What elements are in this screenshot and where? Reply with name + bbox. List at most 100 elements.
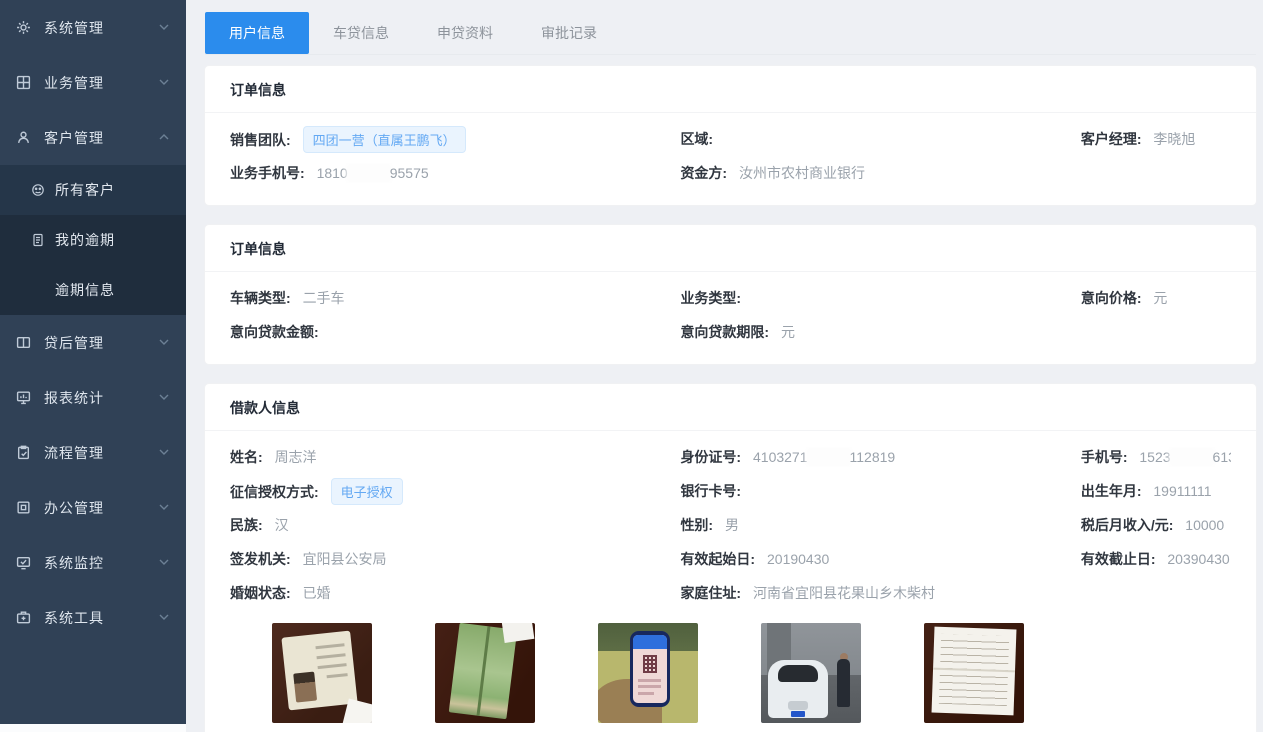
card-body: 车辆类型: 二手车 业务类型: 意向价格: 元 意向贷款金额:	[205, 272, 1256, 364]
field-intended-loan-term: 意向贷款期限: 元	[680, 322, 1080, 342]
field-value: 二手车	[303, 290, 345, 306]
field-credit-auth-method: 征信授权方式: 电子授权	[230, 478, 680, 505]
sidebar-item-system-tools[interactable]: 系统工具	[0, 590, 186, 645]
sidebar-item-label: 办公管理	[44, 498, 104, 518]
tab-approval-records[interactable]: 审批记录	[517, 12, 621, 54]
qr-code-graphic	[643, 655, 658, 673]
uploaded-photos: 身份证 驾驶证照片 征信授权	[230, 623, 1231, 732]
field-value: 已婚	[303, 585, 331, 601]
scrollbar-track	[0, 724, 186, 732]
photo-cell: 驾驶证照片	[435, 623, 535, 732]
field-value: 元	[1153, 290, 1167, 306]
tab-user-info[interactable]: 用户信息	[205, 12, 309, 54]
field-label: 银行卡号:	[680, 483, 741, 499]
field-value: 10000	[1185, 517, 1224, 533]
field-row: 业务手机号: 181095575 资金方: 汝州市农村商业银行	[230, 156, 1231, 190]
sidebar-subitem-overdue-info[interactable]: 逾期信息	[0, 265, 186, 315]
field-label: 民族:	[230, 517, 263, 533]
user-icon	[15, 130, 31, 146]
sidebar-item-system-monitor[interactable]: 系统监控	[0, 535, 186, 590]
card-title: 借款人信息	[205, 384, 1256, 431]
chevron-down-icon	[158, 555, 170, 571]
phone-graphic	[630, 631, 670, 707]
car-person-photo[interactable]	[761, 623, 861, 723]
field-label: 区域:	[680, 131, 713, 147]
photo-cell: 征信授权	[598, 623, 698, 732]
value-prefix: 1523	[1139, 449, 1170, 465]
field-label: 客户经理:	[1081, 131, 1142, 147]
field-intended-price: 意向价格: 元	[1081, 288, 1231, 308]
sidebar-item-label: 流程管理	[44, 443, 104, 463]
field-label: 身份证号:	[680, 449, 741, 465]
field-row: 销售团队: 四团一营（直属王鹏飞） 区域: 客户经理: 李晓旭	[230, 122, 1231, 156]
sidebar-item-business-mgmt[interactable]: 业务管理	[0, 55, 186, 110]
field-row: 民族: 汉 性别: 男 税后月收入/元: 10000	[230, 508, 1231, 542]
field-label: 有效起始日:	[680, 551, 755, 567]
monitor-icon	[15, 390, 31, 406]
handwritten-doc-photo[interactable]	[924, 623, 1024, 723]
sidebar: 系统管理 业务管理 客户管理 所有客户 我的逾期 逾期信息 贷后管理 报表统计	[0, 0, 186, 724]
value-suffix: 95575	[390, 165, 429, 181]
field-intended-loan-amount: 意向贷款金额:	[230, 322, 680, 342]
field-row: 姓名: 周志洋 身份证号: 4103271112819 手机号: 1523613…	[230, 440, 1231, 474]
sidebar-subitem-label: 我的逾期	[55, 230, 115, 250]
clients-icon	[31, 183, 45, 197]
field-value: 宜阳县公安局	[303, 551, 387, 567]
card-body: 姓名: 周志洋 身份证号: 4103271112819 手机号: 1523613…	[205, 431, 1256, 732]
tab-loan-application-docs[interactable]: 申贷资料	[413, 12, 517, 54]
field-valid-from: 有效起始日: 20190430	[680, 549, 1080, 569]
workflow-icon	[15, 445, 31, 461]
photo-cell: 其他材料	[924, 623, 1024, 732]
field-label: 签发机关:	[230, 551, 291, 567]
sidebar-subitem-my-overdue[interactable]: 我的逾期	[0, 215, 186, 265]
field-label: 意向贷款期限:	[680, 324, 769, 340]
book-icon	[15, 335, 31, 351]
field-label: 性别:	[680, 517, 713, 533]
card-title: 订单信息	[205, 66, 1256, 113]
photo-cell: 身份证	[272, 623, 372, 732]
field-value: 20390430	[1167, 551, 1229, 567]
field-bank-card-number: 银行卡号:	[680, 481, 1080, 501]
field-value: 19911111	[1153, 483, 1211, 499]
field-label: 家庭住址:	[680, 585, 741, 601]
field-home-address: 家庭住址: 河南省宜阳县花果山乡木柴村	[680, 583, 1080, 603]
field-row: 征信授权方式: 电子授权 银行卡号: 出生年月: 19911111	[230, 474, 1231, 508]
field-value: 河南省宜阳县花果山乡木柴村	[753, 585, 935, 601]
field-mobile-number: 手机号: 15236137	[1081, 447, 1231, 467]
sidebar-subitem-all-customers[interactable]: 所有客户	[0, 165, 186, 215]
tab-car-loan-info[interactable]: 车贷信息	[309, 12, 413, 54]
main-content: 用户信息 车贷信息 申贷资料 审批记录 订单信息 销售团队: 四团一营（直属王鹏…	[186, 0, 1263, 732]
value-suffix: 6137	[1213, 449, 1231, 465]
office-icon	[15, 500, 31, 516]
field-value: 李晓旭	[1153, 131, 1195, 147]
toolbox-icon	[15, 610, 31, 626]
id-card-photo[interactable]	[272, 623, 372, 723]
sidebar-item-customer-mgmt[interactable]: 客户管理	[0, 110, 186, 165]
order-info-card-1: 订单信息 销售团队: 四团一营（直属王鹏飞） 区域: 客户经理: 李晓旭 业务手	[205, 66, 1256, 205]
chevron-down-icon	[158, 75, 170, 91]
value-suffix: 112819	[850, 449, 896, 465]
field-vehicle-type: 车辆类型: 二手车	[230, 288, 680, 308]
paper-graphic	[932, 627, 1017, 716]
sidebar-item-postloan-mgmt[interactable]: 贷后管理	[0, 315, 186, 370]
sidebar-subitem-label: 逾期信息	[55, 280, 115, 300]
sidebar-item-label: 客户管理	[44, 128, 104, 148]
sidebar-item-office-mgmt[interactable]: 办公管理	[0, 480, 186, 535]
field-label: 有效截止日:	[1081, 551, 1156, 567]
sidebar-item-report-stats[interactable]: 报表统计	[0, 370, 186, 425]
phone-qr-photo[interactable]	[598, 623, 698, 723]
chevron-down-icon	[158, 445, 170, 461]
detail-tabs: 用户信息 车贷信息 申贷资料 审批记录	[205, 12, 1256, 55]
field-label: 业务类型:	[680, 290, 741, 306]
chevron-down-icon	[158, 20, 170, 36]
sidebar-item-process-mgmt[interactable]: 流程管理	[0, 425, 186, 480]
sales-team-tag[interactable]: 四团一营（直属王鹏飞）	[303, 126, 466, 153]
car-graphic	[768, 660, 828, 718]
borrower-info-card: 借款人信息 姓名: 周志洋 身份证号: 4103271112819 手机号: 1…	[205, 384, 1256, 732]
field-label: 税后月收入/元:	[1081, 517, 1174, 533]
field-value: 男	[725, 517, 739, 533]
field-business-phone: 业务手机号: 181095575	[230, 163, 680, 183]
green-booklet-photo[interactable]	[435, 623, 535, 723]
sidebar-item-system-mgmt[interactable]: 系统管理	[0, 0, 186, 55]
field-value: 周志洋	[275, 449, 317, 465]
